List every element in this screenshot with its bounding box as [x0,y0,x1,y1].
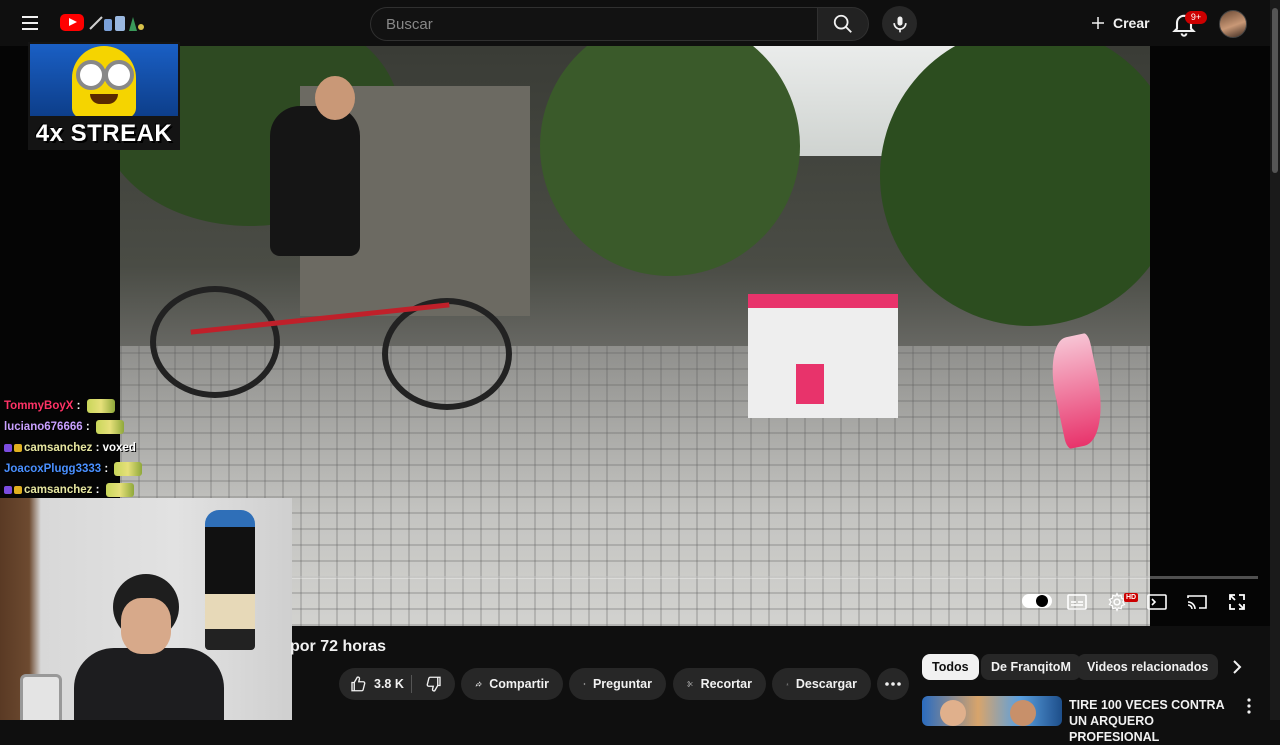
streamer-face [121,598,171,654]
chat-emote-icon [95,419,124,434]
theater-mode-icon [1147,594,1167,610]
fullscreen-icon [1229,594,1245,610]
autoplay-toggle-knob [1036,595,1048,607]
chat-username: TommyBoyX [4,400,74,412]
microphone-icon [893,16,907,33]
chat-separator: : [73,400,84,412]
notifications-badge: 9+ [1185,11,1207,24]
more-actions-button[interactable] [877,668,909,700]
theater-mode-button[interactable] [1142,589,1172,615]
chat-text: voxed [102,442,136,454]
chat-message: luciano676666 : [4,417,184,438]
download-label: Descargar [795,677,857,691]
streamer-webcam [0,498,292,720]
search-button[interactable] [817,7,869,41]
thumbs-up-icon [351,676,366,692]
chat-message: JoacoxPlugg3333 : [4,459,184,480]
clip-label: Recortar [700,677,752,691]
search-input[interactable] [384,8,808,40]
video-title: por 72 horas [290,638,387,655]
create-button[interactable]: Crear [1089,7,1155,39]
like-button[interactable]: 3.8 K [339,668,411,700]
chip-related[interactable]: Videos relacionados [1077,654,1219,680]
chat-message: TommyBoyX : [4,396,184,417]
chat-badge-icon [14,485,22,494]
chat-separator: : [92,484,103,496]
download-button[interactable]: Descargar [772,668,871,700]
voice-search-button[interactable] [882,6,917,41]
clip-button[interactable]: Recortar [673,668,766,700]
download-icon [786,682,789,686]
subtitles-icon [1067,594,1087,610]
chat-badge-icon [4,485,12,494]
chat-username: camsanchez [24,442,93,454]
cyclist [270,106,360,256]
doodle-logo-icon[interactable] [88,13,144,33]
chat-message: camsanchez : voxed [4,438,184,459]
plus-icon [1092,17,1104,29]
more-vertical-icon[interactable] [1244,698,1254,714]
bicycle-wheel [150,286,280,398]
share-button[interactable]: Compartir [461,668,563,700]
mannequin [205,510,255,650]
chat-separator: : [92,442,103,454]
like-count: 3.8 K [374,677,404,691]
ask-label: Preguntar [592,677,652,691]
ask-button[interactable]: Preguntar [569,668,666,700]
scrollbar-thumb[interactable] [1272,8,1278,173]
create-label: Crear [1113,15,1150,31]
thumbs-down-icon [426,676,441,692]
dislike-button[interactable] [414,668,454,700]
menu-icon[interactable] [14,8,46,38]
fullscreen-button[interactable] [1222,589,1252,615]
chat-username: luciano676666 [4,421,83,433]
bicycle-wheel [382,298,512,410]
share-label: Compartir [489,677,549,691]
chat-emote-icon [114,461,143,476]
minion-image [30,44,178,116]
account-avatar[interactable] [1219,10,1247,38]
youtube-logo-icon[interactable] [60,14,84,31]
recommendation-title[interactable]: TIRE 100 VECES CONTRA UN ARQUERO PROFESI… [1069,697,1239,745]
chip-all[interactable]: Todos [922,654,979,680]
chat-badge-icon [14,443,22,452]
chevron-right-icon[interactable] [1229,658,1245,676]
scissors-icon [687,681,693,687]
sparkle-icon [583,682,586,686]
recommendation-thumbnail[interactable] [922,696,1062,726]
cast-button[interactable] [1182,589,1212,615]
progress-bar[interactable] [292,576,1258,579]
chat-emote-icon [86,398,115,413]
chat-separator: : [82,421,93,433]
more-horizontal-icon [885,682,901,686]
chat-emote-icon [105,482,134,497]
streak-label: 4x STREAK [35,120,173,147]
search-icon [833,14,852,33]
subtitles-button[interactable] [1062,589,1092,615]
share-icon [475,681,482,687]
chat-separator: : [101,463,112,475]
chip-from-channel[interactable]: De FranqitoM [981,654,1081,680]
cast-icon [1187,595,1207,610]
stream-chat: TommyBoyX : luciano676666 : camsanchez :… [4,396,184,501]
search-box[interactable] [370,7,818,41]
chat-username: JoacoxPlugg3333 [4,463,102,475]
chat-username: camsanchez [24,484,93,496]
like-divider [411,675,412,693]
chat-badge-icon [4,443,12,452]
hd-badge: HD [1124,593,1139,602]
